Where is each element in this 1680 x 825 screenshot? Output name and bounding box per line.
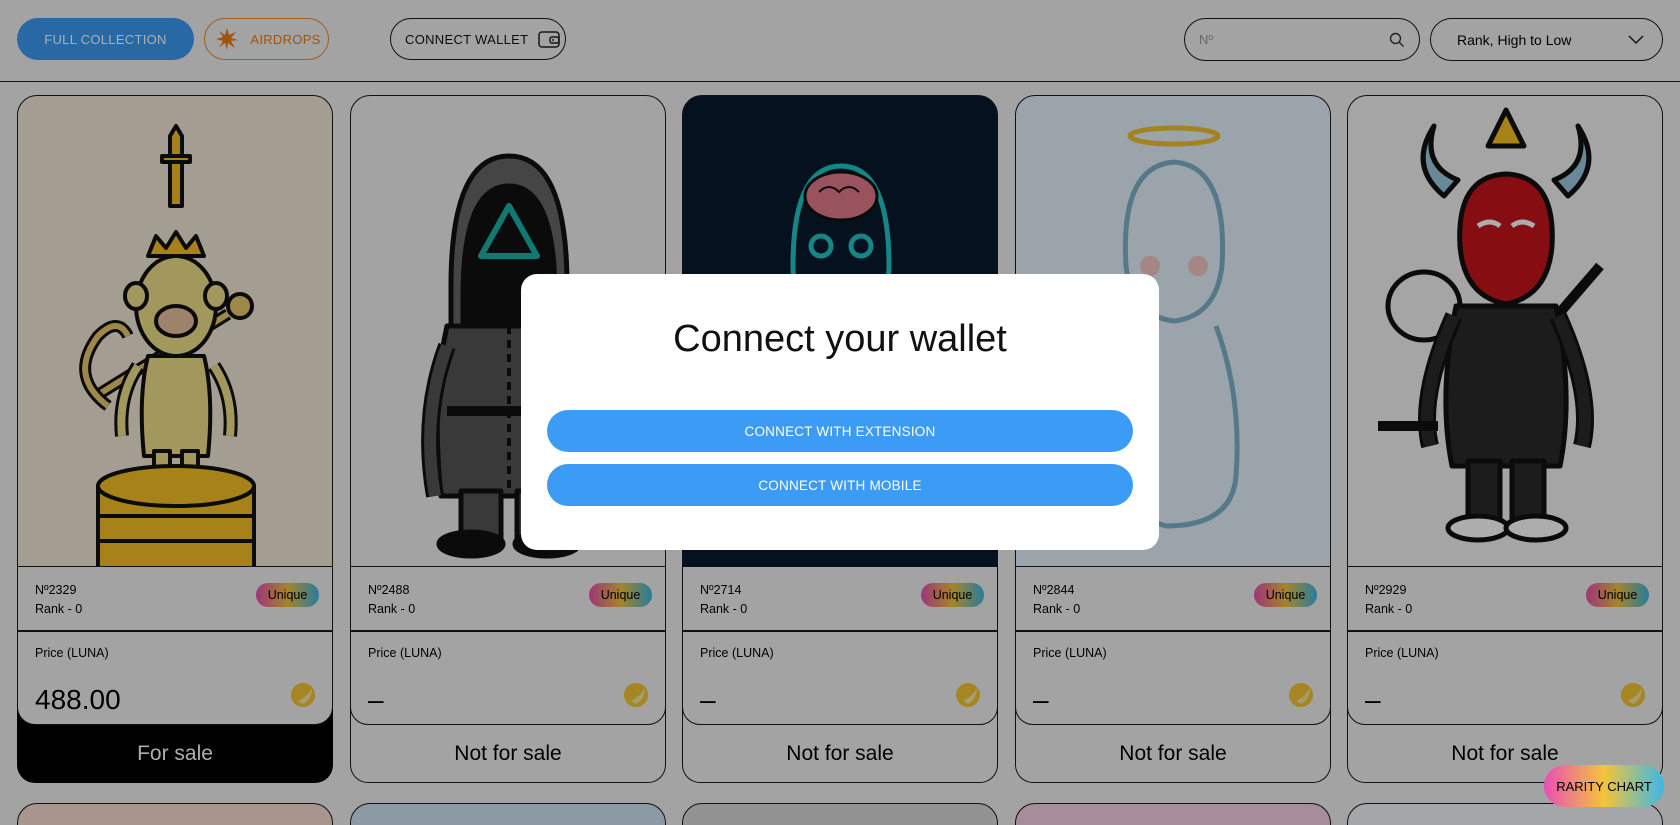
connect-extension-button[interactable]: CONNECT WITH EXTENSION (547, 410, 1133, 452)
connect-mobile-button[interactable]: CONNECT WITH MOBILE (547, 464, 1133, 506)
modal-title: Connect your wallet (673, 318, 1007, 360)
rarity-chart-button[interactable]: RARITY CHART (1544, 765, 1664, 807)
rarity-chart-label: RARITY CHART (1556, 778, 1652, 794)
connect-wallet-modal: Connect your wallet CONNECT WITH EXTENSI… (521, 274, 1159, 550)
